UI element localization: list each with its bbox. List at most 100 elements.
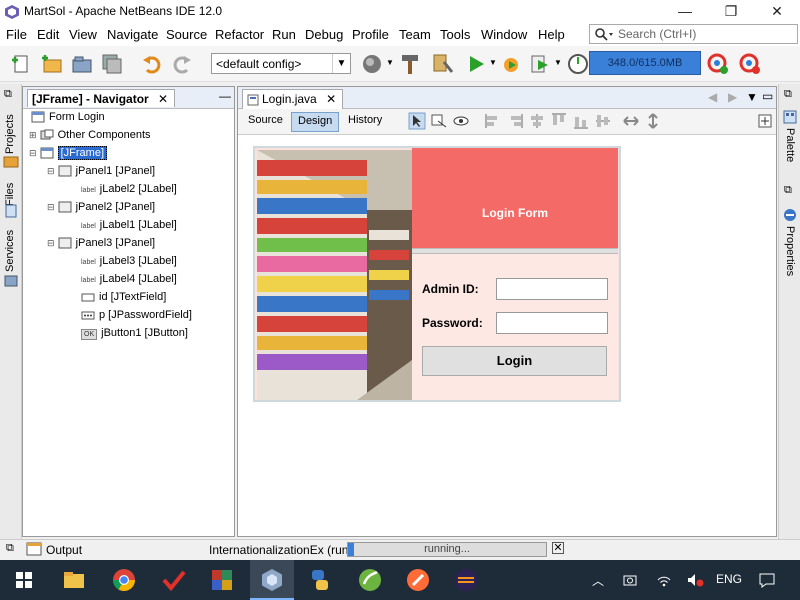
menu-tools[interactable]: Tools — [440, 27, 470, 42]
debug-icon[interactable] — [499, 52, 523, 76]
red-check-icon[interactable] — [160, 566, 188, 594]
align-top-icon[interactable] — [550, 112, 568, 130]
menu-debug[interactable]: Debug — [305, 27, 343, 42]
show-hidden-icons[interactable]: ︿ — [592, 572, 604, 589]
collapse-icon[interactable]: ⊟ — [29, 148, 37, 158]
close-tab-icon[interactable]: ✕ — [326, 92, 336, 106]
palette-tab[interactable]: Palette — [784, 128, 796, 162]
login-button[interactable]: Login — [422, 346, 607, 376]
tree-item-jpanel1[interactable]: ⊟ jPanel1 [JPanel] — [47, 162, 155, 180]
spring-tool-icon[interactable] — [356, 566, 384, 594]
restore-output-icon[interactable]: ⧉ — [6, 542, 14, 555]
menu-help[interactable]: Help — [538, 27, 565, 42]
menu-run[interactable]: Run — [272, 27, 296, 42]
tree-item-jlabel2[interactable]: label jLabel2 [JLabel] — [81, 180, 177, 198]
resize-vertical-icon[interactable] — [644, 112, 662, 130]
maximize-button[interactable]: ❐ — [708, 0, 754, 24]
tree-item-jlabel3[interactable]: label jLabel3 [JLabel] — [81, 252, 177, 270]
volume-muted-icon[interactable] — [686, 572, 704, 588]
tree-item-form-login[interactable]: Form Login — [31, 108, 105, 126]
tree-item-jbutton1[interactable]: OK jButton1 [JButton] — [81, 324, 188, 342]
tree-item-other-components[interactable]: ⊞ Other Components — [29, 126, 151, 144]
close-window-button[interactable]: ✕ — [754, 0, 800, 24]
build-hammer-icon[interactable] — [398, 52, 422, 76]
tree-item-jpanel3[interactable]: ⊟ jPanel3 [JPanel] — [47, 234, 155, 252]
tree-item-jlabel1[interactable]: label jLabel1 [JLabel] — [81, 216, 177, 234]
search-input[interactable]: Search (Ctrl+I) — [589, 24, 798, 44]
minimize-button[interactable]: — — [662, 0, 708, 24]
restore-window-group-icon[interactable]: ⧉ — [4, 88, 12, 101]
scroll-left-icon[interactable]: ◀ — [708, 90, 717, 104]
services-tab[interactable]: Services — [4, 230, 16, 272]
menu-source[interactable]: Source — [166, 27, 207, 42]
menu-refactor[interactable]: Refactor — [215, 27, 264, 42]
properties-tab[interactable]: Properties — [784, 226, 796, 276]
tree-item-jpanel2[interactable]: ⊟ jPanel2 [JPanel] — [47, 198, 155, 216]
postman-icon[interactable] — [404, 566, 432, 594]
align-right-icon[interactable] — [506, 112, 524, 130]
design-mode-button[interactable]: Design — [291, 112, 340, 132]
history-mode-button[interactable]: History — [342, 112, 388, 132]
center-horizontal-icon[interactable] — [528, 112, 546, 130]
maximize-editor-icon[interactable]: ▭ — [762, 89, 773, 103]
run-icon[interactable] — [464, 52, 488, 76]
notifications-icon[interactable] — [758, 571, 776, 589]
editor-tab-login-java[interactable]: Login.java ✕ — [242, 89, 344, 109]
preview-design-icon[interactable] — [452, 112, 470, 130]
menu-edit[interactable]: Edit — [37, 27, 59, 42]
admin-id-field[interactable] — [496, 278, 608, 300]
center-vertical-icon[interactable] — [594, 112, 612, 130]
gc-icon[interactable] — [706, 52, 730, 76]
resize-horizontal-icon[interactable] — [622, 112, 640, 130]
windows-start-icon[interactable] — [10, 566, 38, 594]
stop-profiler-icon[interactable] — [738, 52, 762, 76]
profile-gauge-icon[interactable] — [566, 52, 590, 76]
profile-icon[interactable] — [528, 52, 552, 76]
expand-editor-icon[interactable] — [756, 112, 774, 130]
winrar-icon[interactable] — [208, 566, 236, 594]
restore-right-group-icon[interactable]: ⧉ — [784, 88, 792, 101]
tree-item-id-textfield[interactable]: id [JTextField] — [81, 288, 166, 306]
expand-icon[interactable]: ⊞ — [29, 130, 37, 140]
chrome-icon[interactable] — [110, 566, 138, 594]
login-form-preview[interactable]: Login Form Admin ID: Password: Login — [253, 146, 621, 402]
eclipse-icon[interactable] — [452, 566, 480, 594]
globe-icon[interactable] — [360, 52, 384, 76]
output-tab[interactable]: Output — [46, 543, 82, 557]
open-project-icon[interactable] — [70, 52, 94, 76]
save-all-icon[interactable] — [100, 52, 124, 76]
wifi-icon[interactable] — [656, 572, 672, 588]
collapse-icon[interactable]: ⊟ — [47, 202, 55, 212]
python-icon[interactable] — [306, 566, 334, 594]
clean-build-icon[interactable] — [430, 52, 454, 76]
connection-mode-icon[interactable] — [430, 112, 448, 130]
menu-window[interactable]: Window — [481, 27, 527, 42]
menu-team[interactable]: Team — [399, 27, 431, 42]
profile-dropdown-icon[interactable]: ▼ — [554, 58, 562, 67]
align-bottom-icon[interactable] — [572, 112, 590, 130]
menu-profile[interactable]: Profile — [352, 27, 389, 42]
scroll-right-icon[interactable]: ▶ — [728, 90, 737, 104]
minimize-panel-icon[interactable]: — — [219, 89, 231, 103]
netbeans-task-button[interactable] — [250, 560, 294, 600]
tree-item-p-passwordfield[interactable]: p [JPasswordField] — [81, 306, 192, 324]
menu-view[interactable]: View — [69, 27, 97, 42]
memory-usage-bar[interactable]: 348.0/615.0MB — [589, 51, 701, 75]
restore-properties-group-icon[interactable]: ⧉ — [784, 184, 792, 197]
close-icon[interactable]: ✕ — [158, 92, 168, 106]
collapse-icon[interactable]: ⊟ — [47, 166, 55, 176]
align-left-icon[interactable] — [484, 112, 502, 130]
show-opened-docs-icon[interactable]: ▼ — [746, 90, 758, 104]
redo-icon[interactable] — [170, 52, 194, 76]
password-field[interactable] — [496, 312, 608, 334]
menu-navigate[interactable]: Navigate — [107, 27, 158, 42]
projects-tab[interactable]: Projects — [4, 114, 16, 154]
files-tab[interactable]: Files — [4, 183, 16, 206]
new-file-icon[interactable] — [10, 52, 34, 76]
language-indicator[interactable]: ENG — [716, 572, 742, 586]
cancel-task-icon[interactable]: ✕ — [552, 542, 564, 554]
undo-icon[interactable] — [140, 52, 164, 76]
menu-file[interactable]: File — [6, 27, 27, 42]
tree-item-jframe[interactable]: ⊟ [JFrame] — [29, 144, 108, 162]
selection-mode-icon[interactable] — [408, 112, 426, 130]
